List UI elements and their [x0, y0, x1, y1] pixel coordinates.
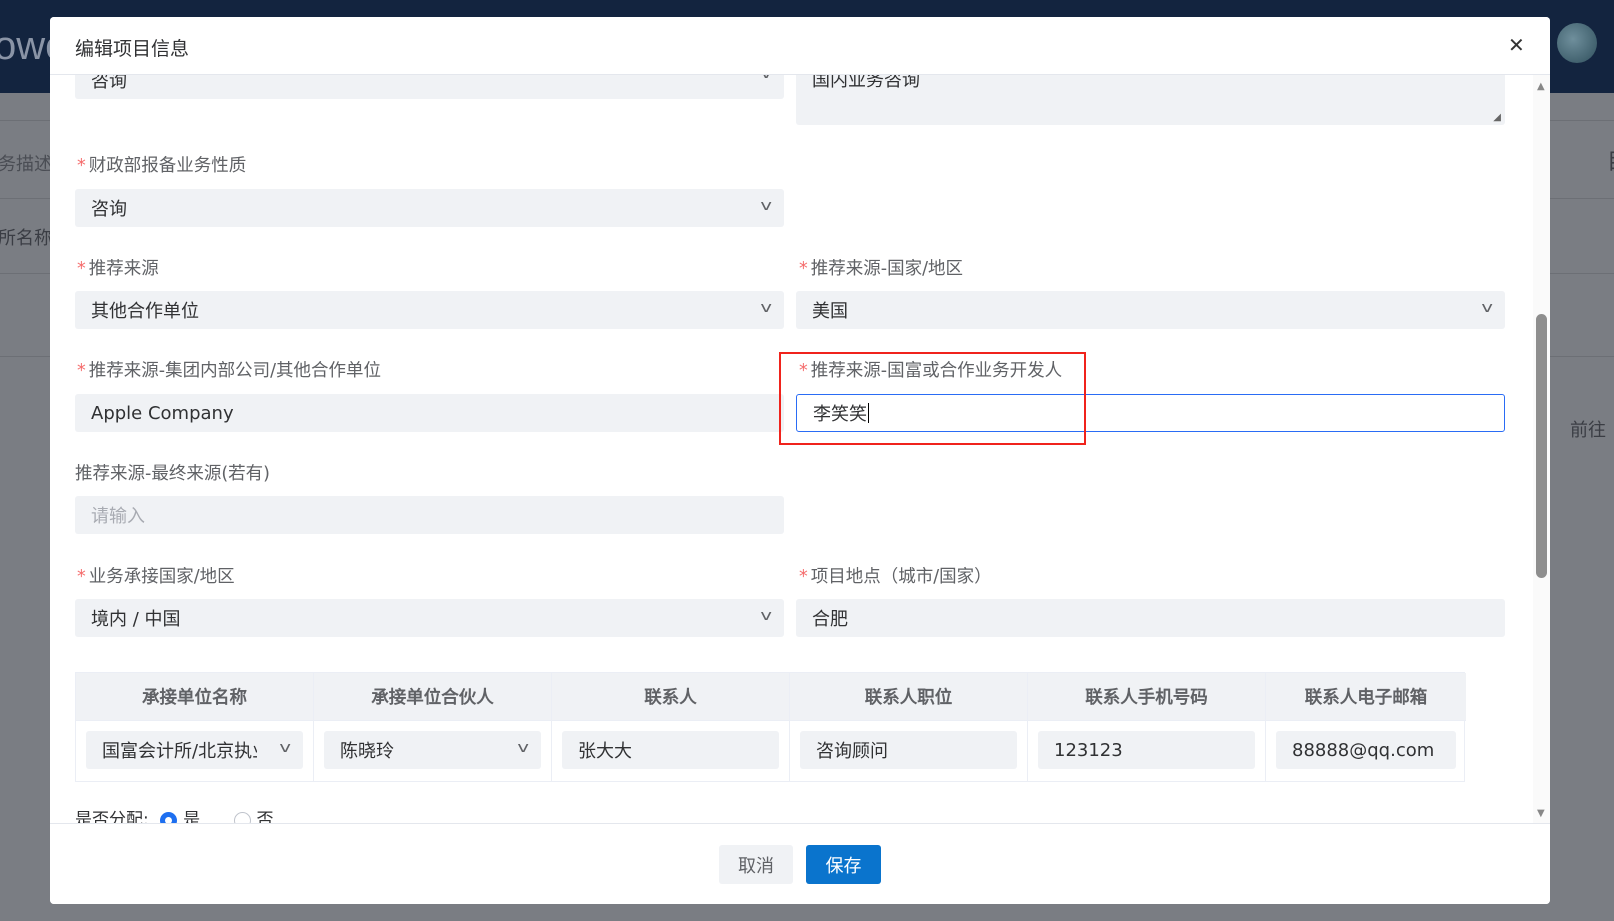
- radio-no-label: 否: [256, 810, 274, 823]
- table-cell: 咨询顾问: [790, 720, 1028, 782]
- scroll-down-icon[interactable]: ▼: [1537, 808, 1545, 819]
- radio-no[interactable]: [233, 811, 251, 823]
- allocate-label: 是否分配:: [75, 810, 149, 823]
- contact-input[interactable]: 张大大: [562, 731, 779, 769]
- radio-yes-label: 是: [183, 810, 201, 823]
- bg-right-letter: 目: [1607, 144, 1614, 176]
- mof-nature-select[interactable]: 咨询 v: [75, 189, 784, 227]
- partner-select[interactable]: 陈晓玲 v: [324, 731, 541, 769]
- bg-desc-label: 务描述: [0, 154, 52, 175]
- avatar[interactable]: [1557, 23, 1597, 63]
- resize-handle-icon[interactable]: ◢: [1493, 112, 1501, 123]
- source-label: * 推荐来源: [77, 259, 159, 279]
- goto-button[interactable]: 前往: [1570, 416, 1606, 442]
- highlight-box: [779, 352, 1086, 445]
- cancel-button[interactable]: 取消: [719, 845, 793, 884]
- scrollbar[interactable]: ▲ ▼: [1533, 75, 1550, 823]
- chevron-down-icon: v: [760, 198, 772, 214]
- contact-email-input[interactable]: 88888@qq.com: [1276, 731, 1456, 769]
- edit-project-dialog: 编辑项目信息 ✕ 咨询v 国内业务咨询◢ *财政部报备业务性质 咨询v *推荐来…: [50, 17, 1550, 904]
- project-location-label: * 项目地点（城市/国家）: [799, 567, 992, 587]
- table-cell: 国富会计所/北京执业 v: [76, 720, 314, 782]
- close-icon[interactable]: ✕: [1508, 33, 1525, 57]
- table-cell: 张大大: [552, 720, 790, 782]
- save-button[interactable]: 保存: [806, 845, 881, 884]
- dialog-header: 编辑项目信息 ✕: [50, 17, 1550, 75]
- table-header: 承接单位合伙人: [314, 673, 552, 720]
- textarea-value: 国内业务咨询: [812, 75, 920, 91]
- table-header: 联系人手机号码: [1028, 673, 1266, 720]
- scroll-up-icon[interactable]: ▲: [1537, 81, 1545, 92]
- table-cell: 陈晓玲 v: [314, 720, 552, 782]
- final-source-label: 推荐来源-最终来源(若有): [75, 464, 270, 484]
- chevron-down-icon: v: [517, 740, 529, 756]
- project-location-input[interactable]: 合肥: [796, 599, 1505, 637]
- bg-name-label: 所名称: [0, 228, 52, 249]
- dialog-title: 编辑项目信息: [75, 38, 190, 60]
- chevron-down-icon: v: [760, 608, 772, 624]
- source-select[interactable]: 其他合作单位 v: [75, 291, 784, 329]
- contact-phone-input[interactable]: 123123: [1038, 731, 1255, 769]
- table-cell: 123123: [1028, 720, 1266, 782]
- undertake-country-label: * 业务承接国家/地区: [77, 567, 235, 587]
- radio-yes[interactable]: [160, 811, 178, 823]
- source-unit-input[interactable]: Apple Company: [75, 394, 784, 432]
- dialog-footer: 取消 保存: [50, 823, 1550, 904]
- table-header: 联系人: [552, 673, 790, 720]
- table-header: 联系人电子邮箱: [1266, 673, 1466, 720]
- chevron-down-icon: v: [760, 300, 772, 316]
- contact-position-input[interactable]: 咨询顾问: [800, 731, 1017, 769]
- undertake-unit-table: 承接单位名称 承接单位合伙人 联系人 联系人职位 联系人手机号码 联系人电子邮箱…: [75, 672, 1466, 782]
- table-header: 承接单位名称: [76, 673, 314, 720]
- allocate-radio-group: 是否分配: 是 否: [75, 805, 274, 823]
- source-country-select[interactable]: 美国 v: [796, 291, 1505, 329]
- scrollbar-thumb[interactable]: [1536, 314, 1547, 578]
- source-country-label: * 推荐来源-国家/地区: [799, 259, 963, 279]
- final-source-input[interactable]: 请输入: [75, 496, 784, 534]
- table-cell: 88888@qq.com: [1266, 720, 1466, 782]
- unit-name-select[interactable]: 国富会计所/北京执业 v: [86, 731, 303, 769]
- select-value: 咨询: [91, 75, 127, 92]
- table-header: 联系人职位: [790, 673, 1028, 720]
- business-description-textarea[interactable]: 国内业务咨询 ◢: [796, 75, 1505, 125]
- chevron-down-icon: v: [279, 740, 291, 756]
- dialog-body: 咨询v 国内业务咨询◢ *财政部报备业务性质 咨询v *推荐来源 其他合作单位v…: [50, 75, 1550, 823]
- source-unit-label: * 推荐来源-集团内部公司/其他合作单位: [77, 361, 381, 381]
- mof-nature-label: * 财政部报备业务性质: [77, 156, 247, 176]
- chevron-down-icon: v: [1481, 300, 1493, 316]
- top-select[interactable]: 咨询 v: [75, 75, 784, 99]
- chevron-down-icon: v: [760, 75, 772, 82]
- undertake-country-select[interactable]: 境内 / 中国 v: [75, 599, 784, 637]
